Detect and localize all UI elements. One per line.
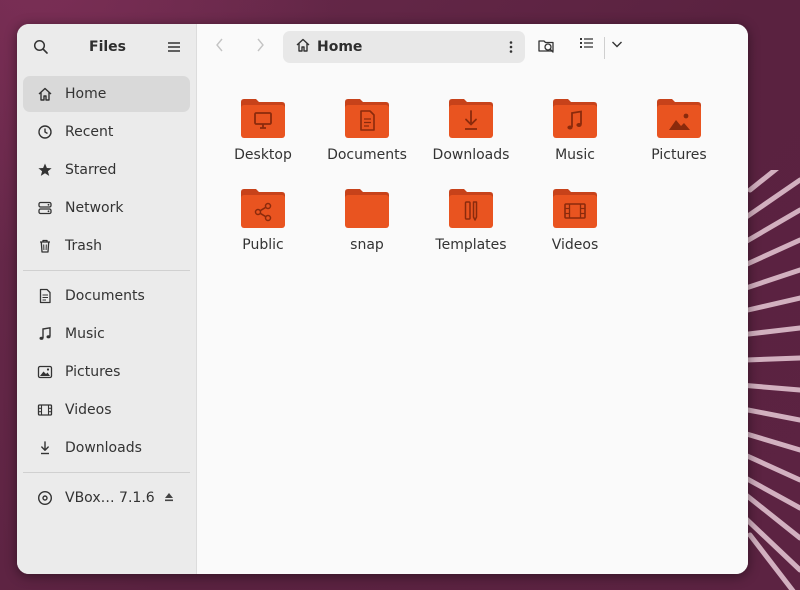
sidebar-item-label: Home [65, 86, 107, 102]
hamburger-menu-icon[interactable] [164, 37, 184, 57]
folder-pictures[interactable]: Pictures [627, 96, 731, 186]
network-icon [36, 199, 54, 217]
file-name: Pictures [651, 147, 707, 163]
folder-icon [345, 189, 389, 228]
chevron-down-icon [612, 41, 622, 48]
sidebar-item-label: Trash [65, 238, 102, 254]
sidebar-divider [23, 472, 190, 473]
header-toolbar: Home [197, 24, 748, 70]
document-icon [36, 287, 54, 305]
folder-music-icon [553, 99, 597, 138]
sidebar-item-recent[interactable]: Recent [23, 114, 190, 150]
list-view-icon [580, 38, 593, 48]
sidebar-item-trash[interactable]: Trash [23, 228, 190, 264]
file-name: Music [555, 147, 595, 163]
folder-videos[interactable]: Videos [523, 186, 627, 276]
folder-desktop[interactable]: Desktop [211, 96, 315, 186]
sidebar-item-label: Downloads [65, 440, 142, 456]
file-name: Videos [551, 237, 599, 253]
folder-templates-icon [449, 189, 493, 228]
folder-videos-icon [553, 189, 597, 228]
sidebar-item-starred[interactable]: Starred [23, 152, 190, 188]
sidebar-item-label: Starred [65, 162, 117, 178]
folder-downloads[interactable]: Downloads [419, 96, 523, 186]
trash-icon [36, 237, 54, 255]
sidebar-item-home[interactable]: Home [23, 76, 190, 112]
file-name: snap [350, 237, 384, 253]
location-pathbar[interactable]: Home [283, 31, 525, 63]
files-window: Files Home Recent Starred Network Trash … [17, 24, 748, 574]
folder-snap[interactable]: snap [315, 186, 419, 276]
star-icon [36, 161, 54, 179]
sidebar-item-network[interactable]: Network [23, 190, 190, 226]
sidebar-item-label: Videos [65, 402, 112, 418]
search-location-button[interactable] [537, 37, 557, 55]
folder-search-icon [538, 40, 554, 53]
sidebar-item-label: Documents [65, 288, 145, 304]
sidebar-bookmarks: Documents Music Pictures Videos Download… [17, 278, 196, 466]
home-icon [295, 37, 311, 57]
sidebar-item-label: Recent [65, 124, 114, 140]
main-content: Home Desktop Documents Downloads Music P… [197, 24, 748, 574]
sidebar-item-label: Pictures [65, 364, 121, 380]
file-name: Documents [327, 147, 407, 163]
sidebar-places: Home Recent Starred Network Trash [17, 70, 196, 264]
toolbar-separator [604, 37, 605, 59]
folder-desktop-icon [241, 99, 285, 138]
folder-templates[interactable]: Templates [419, 186, 523, 276]
view-options-button[interactable] [611, 39, 623, 49]
sidebar-item-label: Music [65, 326, 105, 342]
chevron-left-icon [216, 38, 223, 52]
app-title: Files [89, 39, 126, 55]
path-label: Home [317, 39, 363, 55]
file-name: Desktop [234, 147, 292, 163]
clock-icon [36, 123, 54, 141]
folder-documents-icon [345, 99, 389, 138]
sidebar-item-vbox-disc[interactable]: VBox… 7.1.6 [23, 480, 190, 516]
back-button[interactable] [215, 37, 225, 53]
folder-documents[interactable]: Documents [315, 96, 419, 186]
music-icon [36, 325, 54, 343]
home-icon [36, 85, 54, 103]
chevron-right-icon [257, 38, 264, 52]
sidebar-devices: VBox… 7.1.6 [17, 480, 196, 516]
sidebar-item-pictures[interactable]: Pictures [23, 354, 190, 390]
sidebar-item-videos[interactable]: Videos [23, 392, 190, 428]
sidebar-item-label: VBox… 7.1.6 [65, 490, 155, 506]
eject-icon[interactable] [164, 492, 174, 505]
folder-pictures-icon [657, 99, 701, 138]
file-name: Downloads [432, 147, 510, 163]
file-name: Templates [435, 237, 507, 253]
forward-button[interactable] [255, 37, 265, 53]
sidebar-item-documents[interactable]: Documents [23, 278, 190, 314]
desktop-wallpaper-rays [740, 170, 800, 590]
view-list-button[interactable] [580, 37, 594, 49]
film-icon [36, 401, 54, 419]
folder-public[interactable]: Public [211, 186, 315, 276]
sidebar-item-downloads[interactable]: Downloads [23, 430, 190, 466]
sidebar-divider [23, 270, 190, 271]
kebab-menu-icon[interactable] [509, 39, 513, 58]
folder-downloads-icon [449, 99, 493, 138]
download-icon [36, 439, 54, 457]
picture-icon [36, 363, 54, 381]
folder-music[interactable]: Music [523, 96, 627, 186]
sidebar-header: Files [17, 24, 196, 70]
sidebar: Files Home Recent Starred Network Trash … [17, 24, 197, 574]
folder-public-icon [241, 189, 285, 228]
file-grid: Desktop Documents Downloads Music Pictur… [211, 96, 731, 276]
search-icon[interactable] [31, 37, 51, 57]
sidebar-item-label: Network [65, 200, 124, 216]
file-name: Public [242, 237, 284, 253]
sidebar-item-music[interactable]: Music [23, 316, 190, 352]
disc-icon [36, 489, 54, 507]
